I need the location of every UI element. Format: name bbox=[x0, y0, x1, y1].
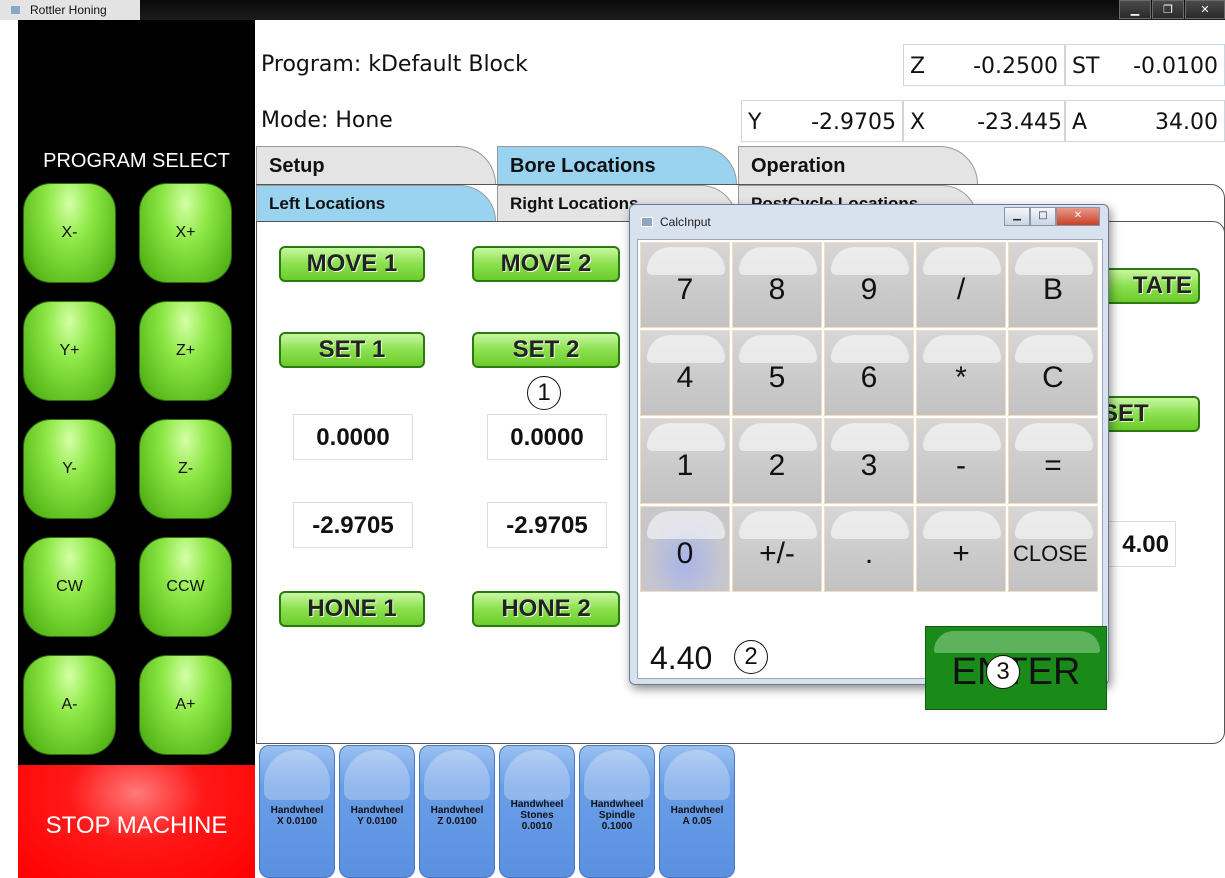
handwheel-stones-button[interactable]: Handwheel Stones 0.0010 bbox=[499, 745, 575, 878]
hone-2-button[interactable]: HONE 2 bbox=[472, 591, 620, 627]
dialog-close-icon[interactable]: ✕ bbox=[1056, 207, 1100, 226]
app-icon bbox=[10, 5, 21, 15]
a-value: 34.00 bbox=[1155, 110, 1218, 135]
key-3[interactable]: 3 bbox=[824, 418, 914, 504]
dialog-minimize-icon[interactable]: ▁ bbox=[1004, 207, 1030, 226]
hone-1-button[interactable]: HONE 1 bbox=[279, 591, 425, 627]
a-minus-button[interactable]: A- bbox=[23, 655, 116, 755]
key-clear[interactable]: C bbox=[1008, 330, 1098, 416]
z-axis-label: Z bbox=[910, 54, 926, 79]
x-readout: X -23.445 bbox=[903, 100, 1065, 142]
handwheel-spindle-button[interactable]: Handwheel Spindle 0.1000 bbox=[579, 745, 655, 878]
dialog-maximize-icon[interactable]: □ bbox=[1030, 207, 1056, 226]
a-readout: A 34.00 bbox=[1065, 100, 1225, 142]
a-axis-label: A bbox=[1072, 110, 1088, 135]
y-axis-label: Y bbox=[748, 110, 762, 135]
key-9[interactable]: 9 bbox=[824, 242, 914, 328]
key-multiply[interactable]: * bbox=[916, 330, 1006, 416]
key-plus-minus[interactable]: +/- bbox=[732, 506, 822, 592]
y-readout: Y -2.9705 bbox=[741, 100, 903, 142]
title-bar: Rottler Honing ▁ ❐ ✕ bbox=[0, 0, 1225, 20]
dialog-title: CalcInput bbox=[660, 215, 711, 229]
location-2-x-value[interactable]: 0.0000 bbox=[487, 414, 607, 460]
st-axis-label: ST bbox=[1072, 54, 1100, 79]
st-readout: ST -0.0100 bbox=[1065, 44, 1225, 86]
key-divide[interactable]: / bbox=[916, 242, 1006, 328]
y-minus-button[interactable]: Y- bbox=[23, 419, 116, 519]
x-axis-label: X bbox=[910, 110, 926, 135]
key-7[interactable]: 7 bbox=[640, 242, 730, 328]
move-2-button[interactable]: MOVE 2 bbox=[472, 246, 620, 282]
handwheel-x-button[interactable]: Handwheel X 0.0100 bbox=[259, 745, 335, 878]
key-5[interactable]: 5 bbox=[732, 330, 822, 416]
dialog-window-controls: ▁ □ ✕ bbox=[1004, 207, 1100, 226]
left-panel: PROGRAM SELECT X- X+ Y+ Z+ Y- Z- CW CCW … bbox=[18, 20, 255, 878]
handwheel-z-button[interactable]: Handwheel Z 0.0100 bbox=[419, 745, 495, 878]
dialog-app-icon bbox=[641, 217, 653, 227]
subtab-left-locations[interactable]: Left Locations bbox=[256, 185, 496, 221]
cw-button[interactable]: CW bbox=[23, 537, 116, 637]
key-plus[interactable]: + bbox=[916, 506, 1006, 592]
key-1[interactable]: 1 bbox=[640, 418, 730, 504]
location-1-y-value[interactable]: -2.9705 bbox=[293, 502, 413, 548]
location-1-x-value[interactable]: 0.0000 bbox=[293, 414, 413, 460]
z-minus-button[interactable]: Z- bbox=[139, 419, 232, 519]
key-2[interactable]: 2 bbox=[732, 418, 822, 504]
x-value: -23.445 bbox=[977, 110, 1062, 135]
key-6[interactable]: 6 bbox=[824, 330, 914, 416]
key-8[interactable]: 8 bbox=[732, 242, 822, 328]
window-controls: ▁ ❐ ✕ bbox=[1119, 0, 1225, 20]
key-equals[interactable]: = bbox=[1008, 418, 1098, 504]
mode-label: Mode: Hone bbox=[261, 108, 393, 133]
close-icon[interactable]: ✕ bbox=[1185, 0, 1225, 19]
key-0[interactable]: 0 bbox=[640, 506, 730, 592]
key-minus[interactable]: - bbox=[916, 418, 1006, 504]
tab-setup[interactable]: Setup bbox=[256, 146, 496, 184]
move-1-button[interactable]: MOVE 1 bbox=[279, 246, 425, 282]
callout-2: 2 bbox=[734, 640, 768, 674]
z-value: -0.2500 bbox=[973, 54, 1058, 79]
calc-display: 4.40 bbox=[650, 640, 713, 676]
st-value: -0.0100 bbox=[1133, 54, 1218, 79]
window-title: Rottler Honing bbox=[0, 0, 140, 20]
calc-input-dialog: CalcInput ▁ □ ✕ 7 8 9 / B 4 5 6 * C 1 2 … bbox=[629, 204, 1109, 710]
program-label: Program: kDefault Block bbox=[261, 52, 528, 77]
program-select-button[interactable]: PROGRAM SELECT bbox=[18, 150, 255, 173]
y-value: -2.9705 bbox=[811, 110, 896, 135]
key-close[interactable]: CLOSE bbox=[1008, 506, 1098, 592]
set-2-button[interactable]: SET 2 bbox=[472, 332, 620, 368]
key-backspace[interactable]: B bbox=[1008, 242, 1098, 328]
handwheel-y-button[interactable]: Handwheel Y 0.0100 bbox=[339, 745, 415, 878]
location-2-y-value[interactable]: -2.9705 bbox=[487, 502, 607, 548]
set-1-button[interactable]: SET 1 bbox=[279, 332, 425, 368]
a-plus-button[interactable]: A+ bbox=[139, 655, 232, 755]
tab-bore-locations[interactable]: Bore Locations bbox=[497, 146, 737, 184]
calc-body: 7 8 9 / B 4 5 6 * C 1 2 3 - = 0 +/- . + … bbox=[637, 239, 1107, 710]
x-minus-button[interactable]: X- bbox=[23, 183, 116, 283]
x-plus-button[interactable]: X+ bbox=[139, 183, 232, 283]
tab-operation[interactable]: Operation bbox=[738, 146, 978, 184]
handwheel-a-button[interactable]: Handwheel A 0.05 bbox=[659, 745, 735, 878]
maximize-icon[interactable]: ❐ bbox=[1152, 0, 1184, 19]
z-readout: Z -0.2500 bbox=[903, 44, 1065, 86]
z-plus-button[interactable]: Z+ bbox=[139, 301, 232, 401]
key-decimal[interactable]: . bbox=[824, 506, 914, 592]
callout-1: 1 bbox=[527, 376, 561, 410]
callout-3: 3 bbox=[986, 655, 1020, 689]
key-4[interactable]: 4 bbox=[640, 330, 730, 416]
y-plus-button[interactable]: Y+ bbox=[23, 301, 116, 401]
minimize-icon[interactable]: ▁ bbox=[1119, 0, 1151, 19]
ccw-button[interactable]: CCW bbox=[139, 537, 232, 637]
stop-machine-button[interactable]: STOP MACHINE bbox=[18, 765, 255, 878]
